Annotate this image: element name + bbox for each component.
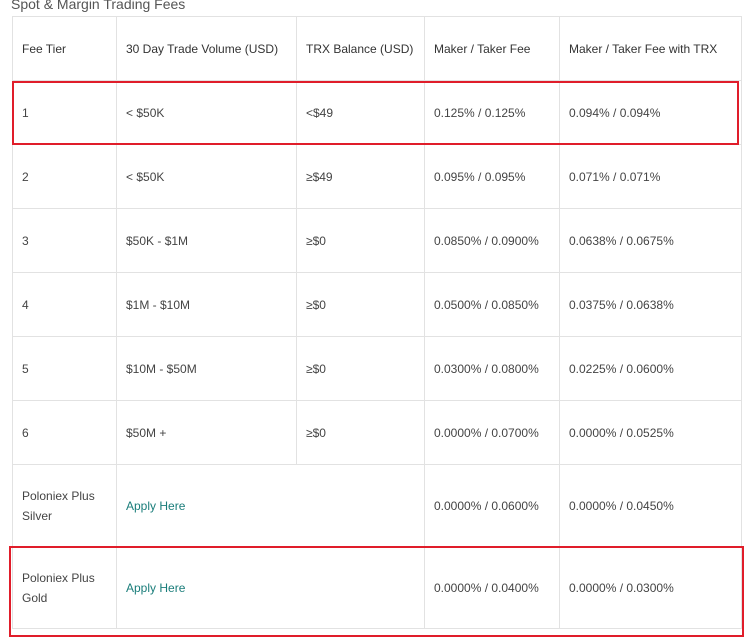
cell-fee: 0.0000% / 0.0600% <box>424 464 560 547</box>
cell-tier: 6 <box>12 400 117 465</box>
table-header-row: Fee Tier 30 Day Trade Volume (USD) TRX B… <box>12 16 742 81</box>
cell-tier: 5 <box>12 336 117 401</box>
plus-tier-label: Poloniex Plus Silver <box>22 488 95 523</box>
column-header-volume: 30 Day Trade Volume (USD) <box>116 16 297 81</box>
cell-fee: 0.095% / 0.095% <box>424 144 560 209</box>
cell-trx-balance: ≥$0 <box>296 272 425 337</box>
table-row: 2 < $50K ≥$49 0.095% / 0.095% 0.071% / 0… <box>12 144 742 209</box>
cell-fee-trx: 0.0000% / 0.0300% <box>559 546 742 629</box>
cell-trx-balance: ≥$0 <box>296 400 425 465</box>
cell-tier: 4 <box>12 272 117 337</box>
cell-tier: Poloniex Plus Silver <box>12 464 117 547</box>
table-row: 6 $50M + ≥$0 0.0000% / 0.0700% 0.0000% /… <box>12 400 742 465</box>
cell-fee: 0.125% / 0.125% <box>424 80 560 145</box>
column-header-maker-taker-fee: Maker / Taker Fee <box>424 16 560 81</box>
cell-fee: 0.0850% / 0.0900% <box>424 208 560 273</box>
cell-fee-trx: 0.071% / 0.071% <box>559 144 742 209</box>
table-row: 4 $1M - $10M ≥$0 0.0500% / 0.0850% 0.037… <box>12 272 742 337</box>
cell-trx-balance: ≥$49 <box>296 144 425 209</box>
table-row: 3 $50K - $1M ≥$0 0.0850% / 0.0900% 0.063… <box>12 208 742 273</box>
cell-fee-trx: 0.0638% / 0.0675% <box>559 208 742 273</box>
cell-volume: < $50K <box>116 144 297 209</box>
cell-volume: $1M - $10M <box>116 272 297 337</box>
cell-apply: Apply Here <box>116 546 425 629</box>
cell-tier: 3 <box>12 208 117 273</box>
fee-table: Fee Tier 30 Day Trade Volume (USD) TRX B… <box>12 16 742 629</box>
cell-fee: 0.0500% / 0.0850% <box>424 272 560 337</box>
cell-fee-trx: 0.0225% / 0.0600% <box>559 336 742 401</box>
cell-volume: < $50K <box>116 80 297 145</box>
column-header-fee-with-trx: Maker / Taker Fee with TRX <box>559 16 742 81</box>
cell-tier: 2 <box>12 144 117 209</box>
cell-volume: $10M - $50M <box>116 336 297 401</box>
table-row: 1 < $50K <$49 0.125% / 0.125% 0.094% / 0… <box>12 80 742 145</box>
apply-here-link[interactable]: Apply Here <box>126 581 185 595</box>
cell-volume: $50M + <box>116 400 297 465</box>
column-header-trx-balance: TRX Balance (USD) <box>296 16 425 81</box>
cell-volume: $50K - $1M <box>116 208 297 273</box>
cell-trx-balance: <$49 <box>296 80 425 145</box>
cell-fee: 0.0300% / 0.0800% <box>424 336 560 401</box>
table-row-poloniex-plus-silver: Poloniex Plus Silver Apply Here 0.0000% … <box>12 464 742 547</box>
cell-fee-trx: 0.0000% / 0.0525% <box>559 400 742 465</box>
table-row-poloniex-plus-gold: Poloniex Plus Gold Apply Here 0.0000% / … <box>12 546 742 629</box>
cell-fee-trx: 0.0375% / 0.0638% <box>559 272 742 337</box>
apply-here-link[interactable]: Apply Here <box>126 499 185 513</box>
cell-trx-balance: ≥$0 <box>296 336 425 401</box>
cell-fee-trx: 0.0000% / 0.0450% <box>559 464 742 547</box>
page-title: Spot & Margin Trading Fees <box>11 0 186 12</box>
cell-fee: 0.0000% / 0.0400% <box>424 546 560 629</box>
cell-fee-trx: 0.094% / 0.094% <box>559 80 742 145</box>
table-row: 5 $10M - $50M ≥$0 0.0300% / 0.0800% 0.02… <box>12 336 742 401</box>
cell-trx-balance: ≥$0 <box>296 208 425 273</box>
cell-tier: Poloniex Plus Gold <box>12 546 117 629</box>
cell-tier: 1 <box>12 80 117 145</box>
plus-tier-label: Poloniex Plus Gold <box>22 570 95 605</box>
column-header-fee-tier: Fee Tier <box>12 16 117 81</box>
cell-fee: 0.0000% / 0.0700% <box>424 400 560 465</box>
cell-apply: Apply Here <box>116 464 425 547</box>
